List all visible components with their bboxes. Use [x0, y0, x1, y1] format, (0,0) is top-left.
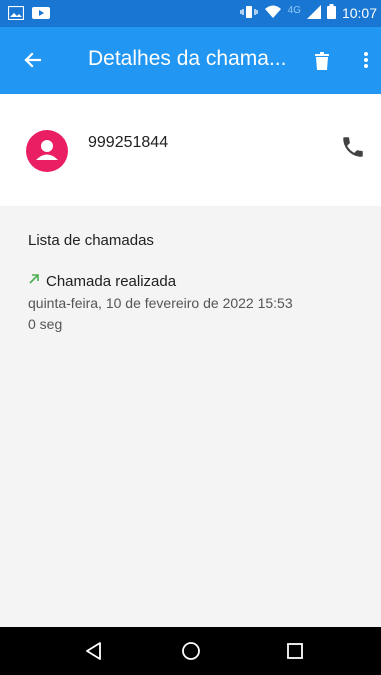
status-bar: 4G 10:07: [0, 0, 381, 27]
back-arrow-icon: [18, 52, 48, 79]
video-icon: [32, 6, 50, 25]
more-vert-icon: [356, 52, 376, 79]
home-circle-icon: [179, 642, 203, 667]
vibrate-icon: [239, 5, 258, 22]
contact-number: 999251844: [88, 134, 169, 151]
call-duration: 0 seg: [28, 316, 63, 332]
status-time: 10:07: [341, 5, 377, 21]
phone-icon: [340, 137, 366, 164]
delete-icon: [310, 52, 334, 79]
contact-card: 999251844: [0, 94, 381, 206]
nav-back-button[interactable]: [82, 639, 106, 663]
call-list-header: Lista de chamadas: [28, 232, 154, 249]
nav-recents-button[interactable]: [283, 639, 307, 663]
call-type-label: Chamada realizada: [46, 272, 177, 290]
battery-icon: [326, 4, 336, 22]
person-icon: [36, 140, 58, 160]
signal-icon: [306, 4, 321, 22]
gallery-icon: [7, 5, 25, 25]
back-triangle-icon: [82, 642, 106, 667]
delete-button[interactable]: [310, 45, 334, 75]
outgoing-call-arrow-icon: [28, 272, 40, 290]
more-options-button[interactable]: [356, 45, 376, 75]
navigation-bar: [0, 627, 381, 675]
app-bar: Detalhes da chama...: [0, 27, 381, 94]
wifi-icon: [264, 5, 282, 22]
call-date: quinta-feira, 10 de fevereiro de 2022 15…: [28, 295, 293, 311]
nav-home-button[interactable]: [179, 639, 203, 663]
back-button[interactable]: [18, 45, 48, 75]
network-label: 4G: [287, 4, 301, 16]
call-button[interactable]: [340, 134, 366, 160]
avatar: [26, 130, 68, 172]
page-title: Detalhes da chama...: [88, 47, 287, 70]
recents-square-icon: [283, 643, 307, 667]
